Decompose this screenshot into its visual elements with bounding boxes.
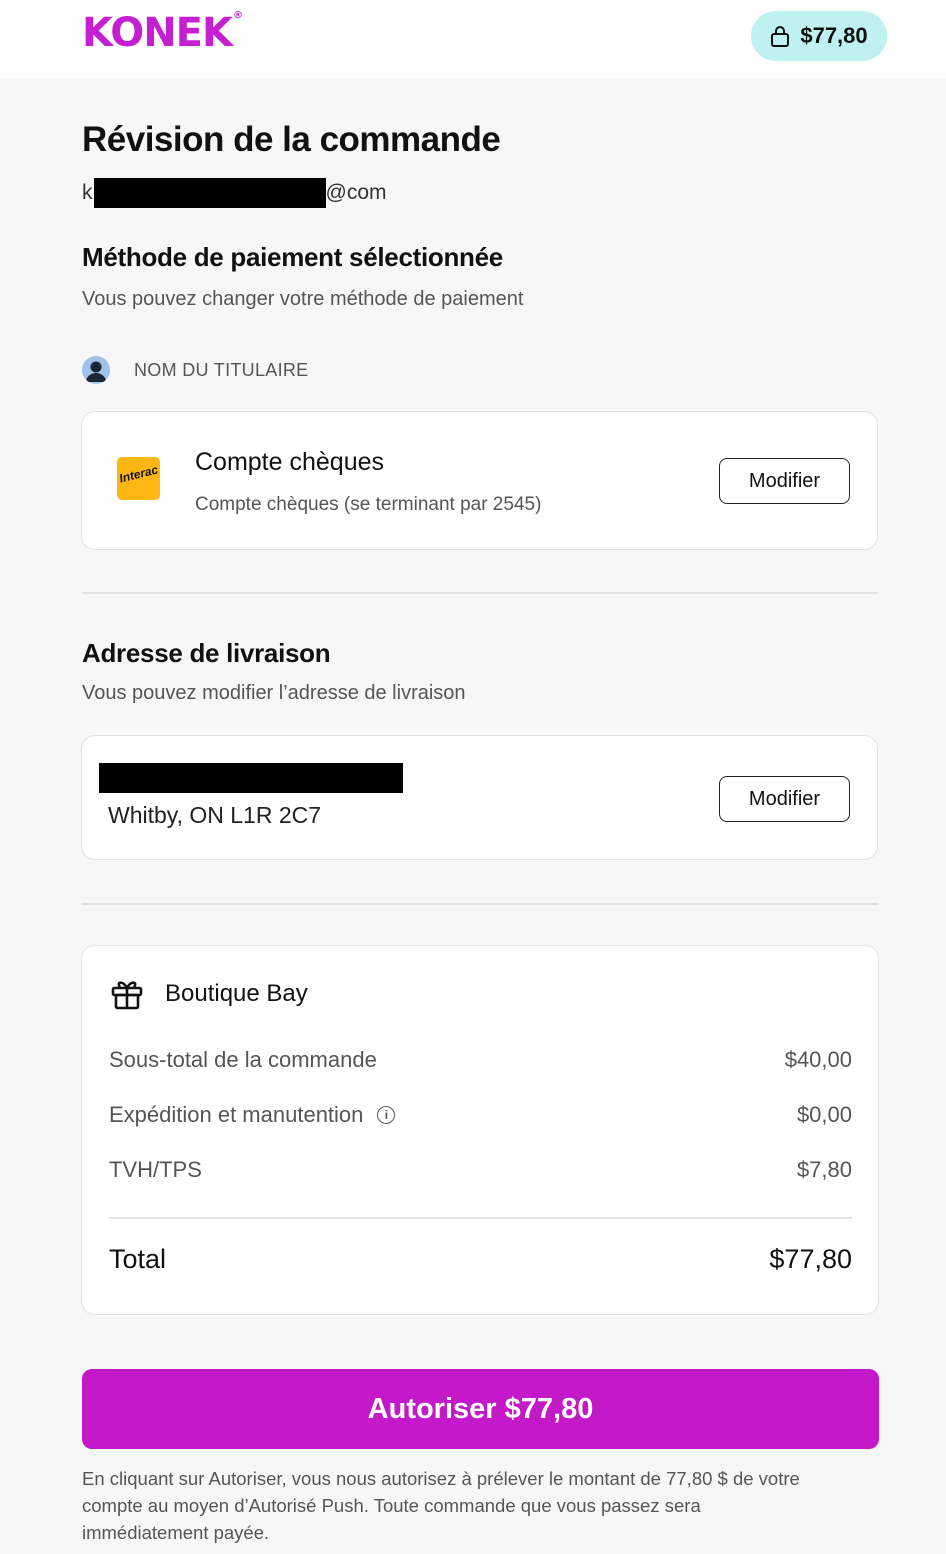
order-summary-card: Boutique Bay Sous-total de la commande $… <box>81 945 879 1315</box>
shipping-section-title: Adresse de livraison <box>82 638 331 668</box>
modify-address-button[interactable]: Modifier <box>719 776 850 822</box>
total-label: Total <box>109 1244 167 1274</box>
account-holder-row: NOM DU TITULAIRE <box>82 354 308 386</box>
shipping-address-card: Whitby, ON L1R 2C7 Modifier <box>81 735 878 860</box>
line-label: TVH/TPS <box>109 1157 202 1182</box>
section-divider <box>82 592 878 594</box>
account-detail: Compte chèques (se terminant par 2545) <box>195 494 542 515</box>
email-address: k @com <box>82 178 387 208</box>
account-name: Compte chèques <box>195 448 385 476</box>
cart-total-pill[interactable]: $77,80 <box>751 11 887 61</box>
email-redaction <box>93 178 326 208</box>
line-label: Expédition et manutention <box>109 1102 364 1127</box>
line-value: $0,00 <box>796 1102 852 1127</box>
summary-line-tax: TVH/TPS $7,80 <box>109 1157 852 1183</box>
gift-icon <box>111 981 143 1010</box>
cart-amount: $77,80 <box>800 23 868 48</box>
info-icon[interactable]: i <box>377 1106 396 1124</box>
top-bar: KONEK® $77,80 <box>0 0 946 78</box>
payment-section-subtitle: Vous pouvez changer votre méthode de pai… <box>82 288 524 310</box>
address-redaction <box>99 763 403 793</box>
interac-logo-icon: Interac <box>117 457 160 500</box>
email-prefix: k <box>82 181 93 204</box>
line-value: $7,80 <box>796 1157 852 1182</box>
payment-method-card: Interac Compte chèques Compte chèques (s… <box>81 411 878 550</box>
konek-logo[interactable]: KONEK® <box>82 10 243 56</box>
line-value: $40,00 <box>784 1047 852 1072</box>
address-city-line: Whitby, ON L1R 2C7 <box>108 802 322 828</box>
legal-disclaimer: En cliquant sur Autoriser, vous nous aut… <box>82 1468 800 1543</box>
lock-icon <box>771 26 790 47</box>
line-label: Sous-total de la commande <box>109 1047 377 1072</box>
section-divider <box>82 903 878 905</box>
summary-line-shipping: Expédition et manutention i $0,00 <box>109 1102 852 1128</box>
modify-payment-button[interactable]: Modifier <box>719 458 850 504</box>
store-row: Boutique Bay <box>109 976 308 1012</box>
logo-registered-mark: ® <box>233 10 243 21</box>
email-suffix: @com <box>325 181 387 204</box>
payment-section-title: Méthode de paiement sélectionnée <box>82 242 503 272</box>
shipping-section-subtitle: Vous pouvez modifier l’adresse de livrai… <box>82 682 466 704</box>
summary-divider <box>109 1217 852 1219</box>
page-title: Révision de la commande <box>82 120 501 159</box>
authorize-button[interactable]: Autoriser $77,80 <box>82 1369 879 1449</box>
summary-total-row: Total $77,80 <box>109 1244 852 1275</box>
line-label-group: Expédition et manutention i <box>109 1102 396 1128</box>
total-value: $77,80 <box>769 1244 852 1274</box>
holder-name-label: NOM DU TITULAIRE <box>134 359 309 380</box>
summary-line-subtotal: Sous-total de la commande $40,00 <box>109 1047 852 1073</box>
avatar-icon <box>82 356 110 384</box>
interac-logo-text: Interac <box>117 462 160 486</box>
logo-text: KONEK <box>82 10 233 56</box>
store-name: Boutique Bay <box>165 980 308 1007</box>
